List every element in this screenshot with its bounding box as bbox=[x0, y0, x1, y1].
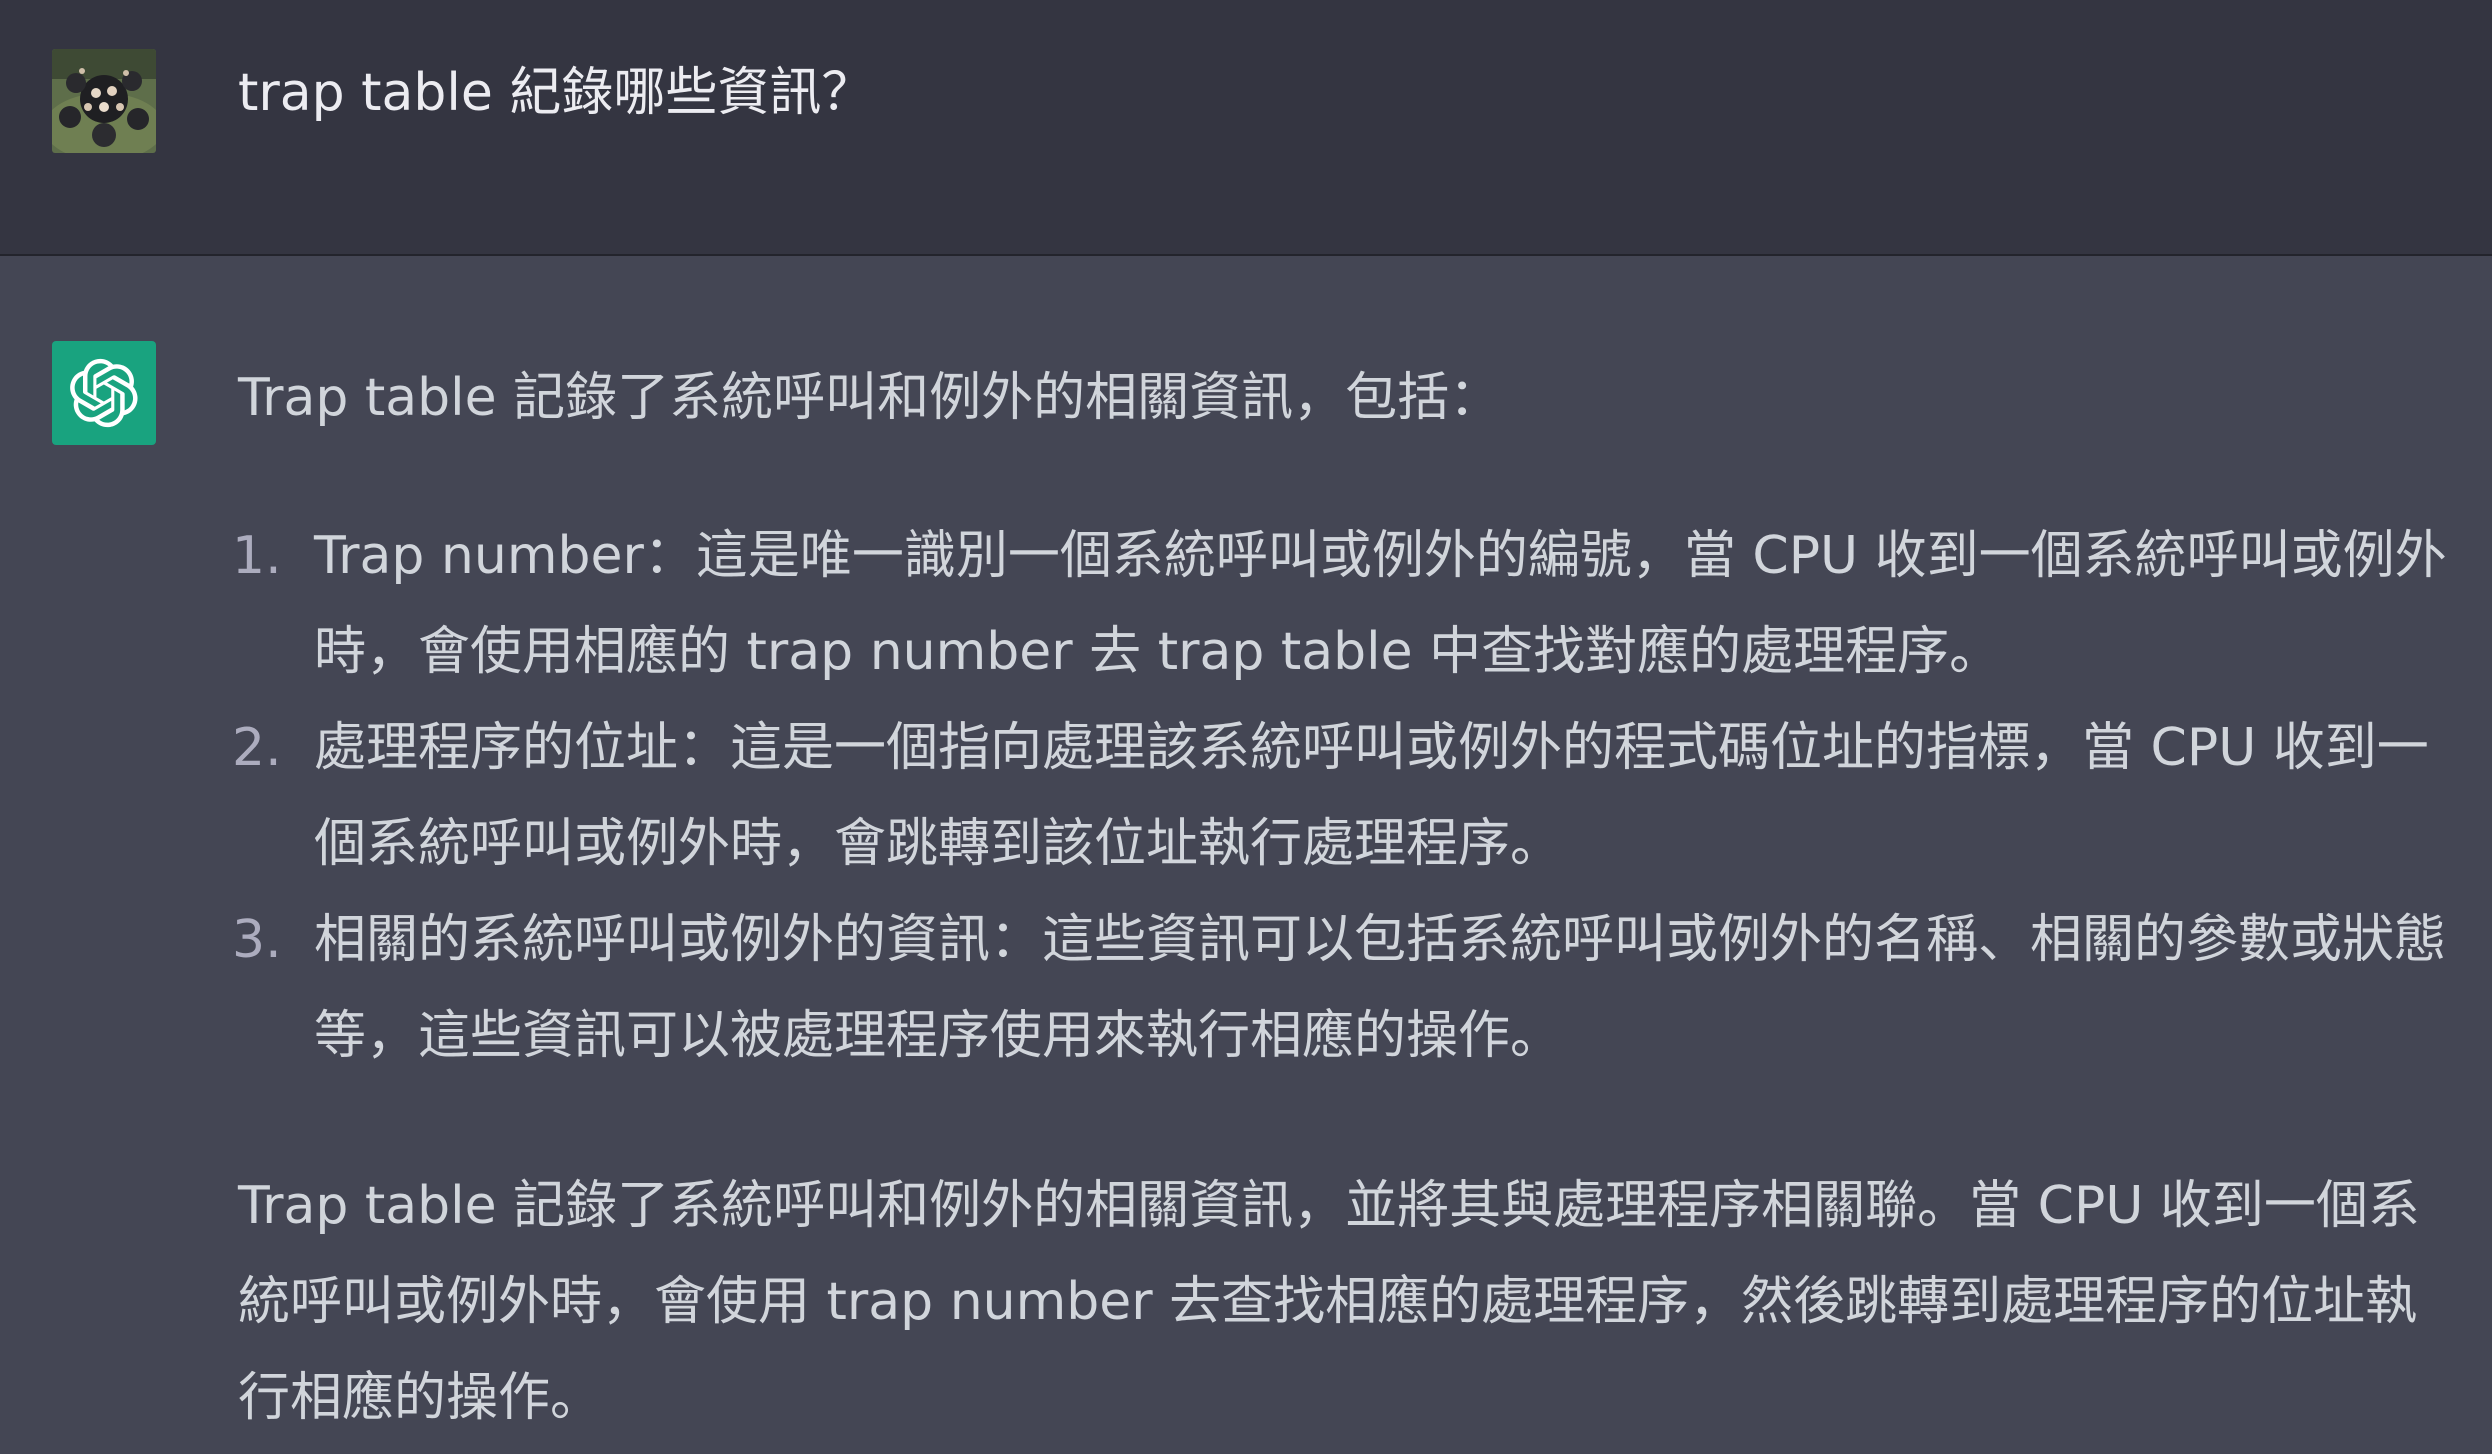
list-item-number: 1. bbox=[232, 526, 282, 586]
openai-logo-icon bbox=[70, 358, 138, 428]
list-item-text: 處理程序的位址：這是一個指向處理該系統呼叫或例外的程式碼位址的指標，當 CPU … bbox=[314, 718, 2429, 874]
list-item: 1. Trap number：這是唯一識別一個系統呼叫或例外的編號，當 CPU … bbox=[232, 508, 2468, 700]
list-item-number: 2. bbox=[232, 718, 282, 778]
assistant-avatar bbox=[52, 341, 156, 445]
user-message-text: trap table 紀錄哪些資訊？ bbox=[238, 63, 874, 123]
list-item-number: 3. bbox=[232, 910, 282, 970]
assistant-summary: Trap table 記錄了系統呼叫和例外的相關資訊，並將其與處理程序相關聯。當… bbox=[238, 1176, 2420, 1428]
list-item: 3. 相關的系統呼叫或例外的資訊：這些資訊可以包括系統呼叫或例外的名稱、相關的參… bbox=[232, 892, 2468, 1084]
assistant-message-row: Trap table 記錄了系統呼叫和例外的相關資訊，包括： 1. Trap n… bbox=[0, 256, 2492, 1454]
chat-page: trap table 紀錄哪些資訊？ Trap table 記錄了系統呼叫和例外… bbox=[0, 0, 2492, 1454]
list-item-text: 相關的系統呼叫或例外的資訊：這些資訊可以包括系統呼叫或例外的名稱、相關的參數或狀… bbox=[314, 910, 2447, 1066]
user-avatar-photo-icon bbox=[52, 49, 156, 153]
numbered-list: 1. Trap number：這是唯一識別一個系統呼叫或例外的編號，當 CPU … bbox=[232, 508, 2468, 1084]
list-item: 2. 處理程序的位址：這是一個指向處理該系統呼叫或例外的程式碼位址的指標，當 C… bbox=[232, 700, 2468, 892]
assistant-intro: Trap table 記錄了系統呼叫和例外的相關資訊，包括： bbox=[238, 368, 1502, 428]
user-message-row: trap table 紀錄哪些資訊？ bbox=[0, 0, 2492, 256]
user-avatar bbox=[52, 49, 156, 153]
list-item-text: Trap number：這是唯一識別一個系統呼叫或例外的編號，當 CPU 收到一… bbox=[314, 526, 2447, 682]
